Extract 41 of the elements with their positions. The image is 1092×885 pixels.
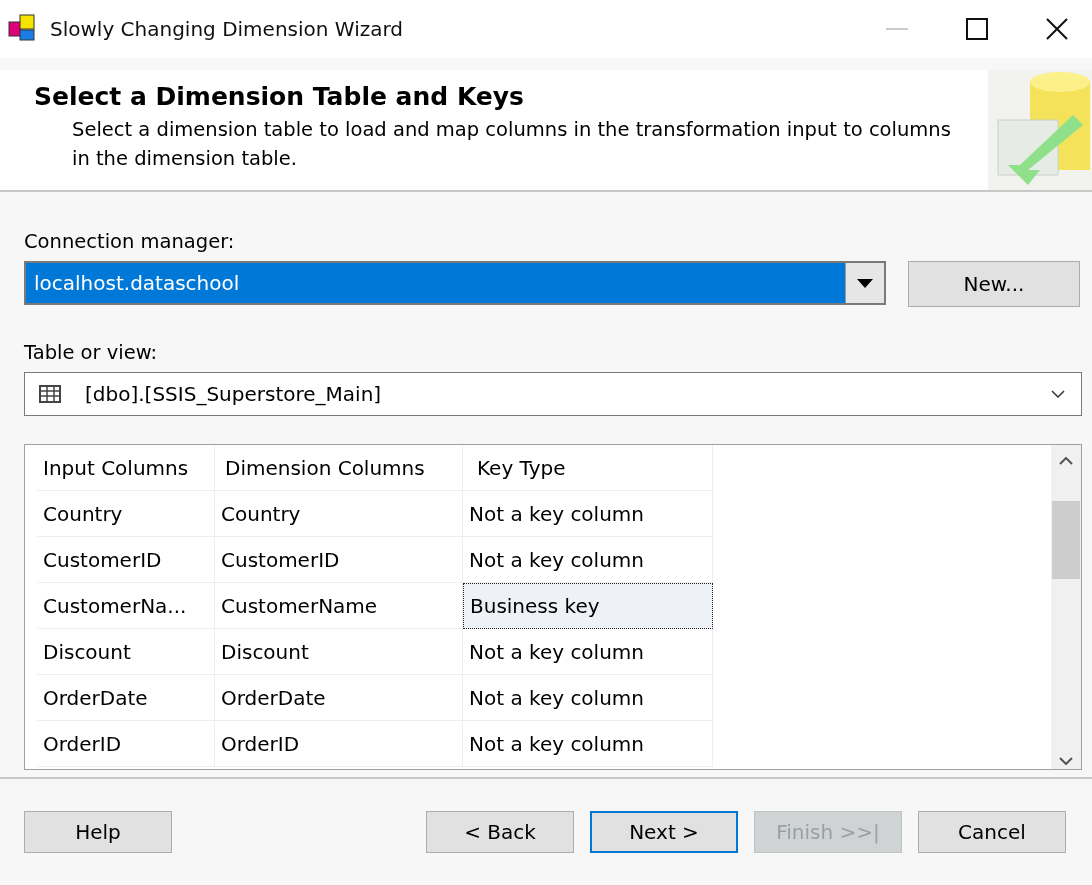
dropdown-arrow-icon xyxy=(857,278,873,288)
new-button[interactable]: New... xyxy=(908,261,1080,307)
column-header: Dimension Columns xyxy=(215,445,463,491)
key-type-cell[interactable]: Business key xyxy=(463,583,713,629)
wizard-button[interactable]: Help xyxy=(24,811,172,853)
scroll-down-icon[interactable] xyxy=(1059,757,1073,765)
scroll-up-icon[interactable] xyxy=(1059,457,1073,465)
window-title: Slowly Changing Dimension Wizard xyxy=(50,17,404,41)
column-header: Key Type xyxy=(463,445,713,491)
key-type-cell[interactable]: Not a key column xyxy=(463,491,713,537)
close-icon[interactable] xyxy=(1046,18,1068,40)
column-header: Input Columns xyxy=(37,445,215,491)
table-cell: OrderID xyxy=(215,721,463,767)
table-cell: CustomerNa... xyxy=(37,583,215,629)
table-cell: OrderDate xyxy=(37,675,215,721)
vertical-scrollbar[interactable] xyxy=(1051,445,1081,769)
connection-manager-label: Connection manager: xyxy=(24,230,236,253)
table-cell: OrderDate xyxy=(215,675,463,721)
app-icon xyxy=(8,14,38,44)
table-or-view-dropdown[interactable]: [dbo].[SSIS_Superstore_Main] xyxy=(24,372,1082,416)
page-description: Select a dimension table to load and map columns in the transformation input to columns in the dimension table. xyxy=(72,117,952,172)
wizard-button[interactable]: Cancel xyxy=(918,811,1066,853)
chevron-down-icon xyxy=(1051,390,1065,398)
wizard-button[interactable]: < Back xyxy=(426,811,574,853)
key-type-cell[interactable]: Not a key column xyxy=(463,629,713,675)
scrollbar-thumb[interactable] xyxy=(1052,501,1080,579)
table-cell: OrderID xyxy=(37,721,215,767)
connection-manager-dropdown[interactable]: localhost.dataschool xyxy=(24,261,886,305)
key-type-cell[interactable]: Not a key column xyxy=(463,675,713,721)
table-icon xyxy=(39,385,61,403)
table-cell: Country xyxy=(215,491,463,537)
key-type-cell[interactable]: Not a key column xyxy=(463,721,713,767)
table-cell: Country xyxy=(37,491,215,537)
table-cell: CustomerID xyxy=(37,537,215,583)
table-cell: Discount xyxy=(215,629,463,675)
table-cell: Discount xyxy=(37,629,215,675)
page-title: Select a Dimension Table and Keys xyxy=(34,82,525,111)
table-cell: CustomerID xyxy=(215,537,463,583)
maximize-icon[interactable] xyxy=(966,18,988,40)
table-or-view-label: Table or view: xyxy=(24,341,159,364)
wizard-button[interactable]: Next > xyxy=(590,811,738,853)
